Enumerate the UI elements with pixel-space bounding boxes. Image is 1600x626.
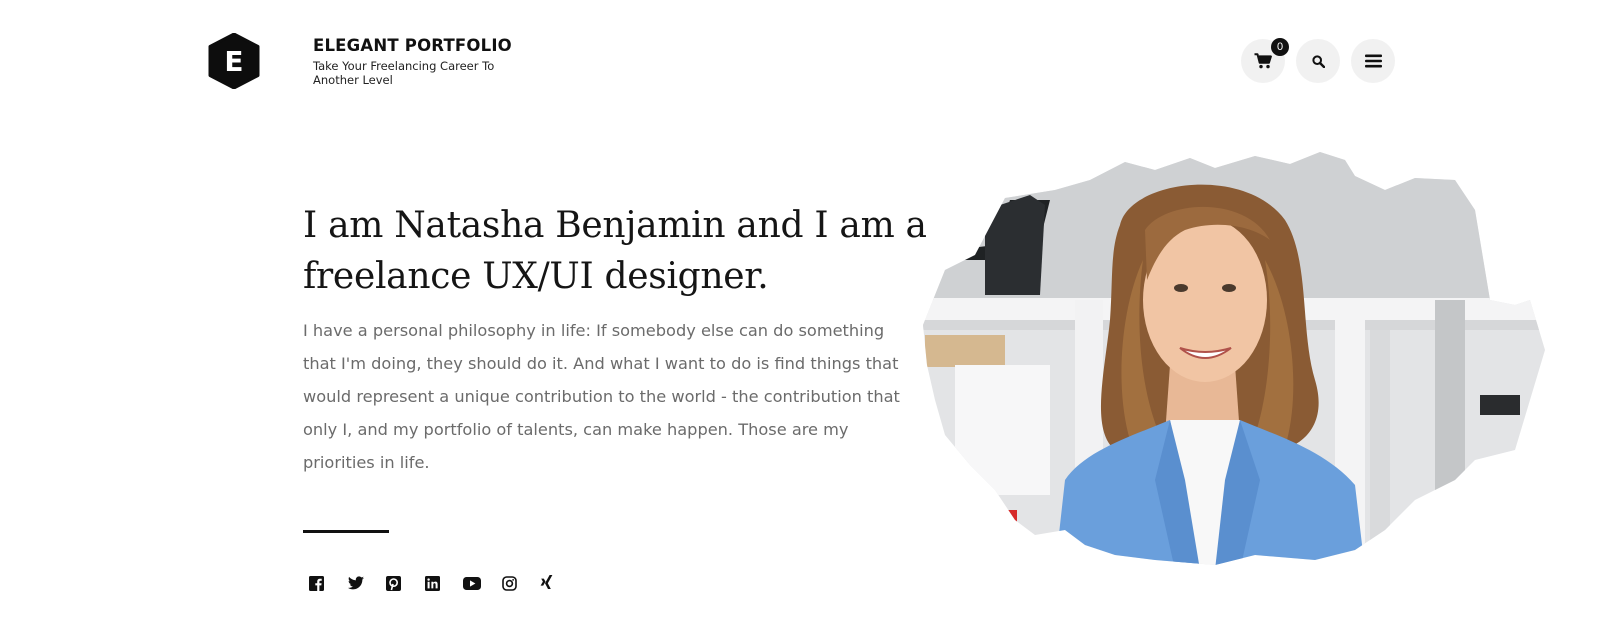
- facebook-link[interactable]: [309, 571, 348, 595]
- hero-title: I am Natasha Benjamin and I am a freelan…: [303, 205, 927, 297]
- youtube-icon: [463, 576, 481, 590]
- search-icon: [1311, 54, 1325, 68]
- instagram-icon: [501, 575, 517, 591]
- cart-icon: [1254, 53, 1272, 69]
- hero-description: I have a personal philosophy in life: If…: [303, 321, 900, 472]
- youtube-link[interactable]: [463, 571, 502, 595]
- linkedin-link[interactable]: [424, 571, 464, 595]
- social-links: [309, 571, 579, 595]
- cart-button[interactable]: 0: [1241, 38, 1289, 83]
- logo[interactable]: E: [207, 33, 261, 89]
- xing-icon: [540, 575, 553, 589]
- hamburger-menu-icon: [1364, 54, 1382, 68]
- facebook-icon: [309, 575, 324, 591]
- brand-tagline: Take Your Freelancing Career To Another …: [313, 59, 495, 87]
- twitter-icon: [347, 576, 364, 590]
- instagram-link[interactable]: [501, 571, 541, 595]
- search-button[interactable]: [1296, 39, 1340, 83]
- brand-title[interactable]: ELEGANT PORTFOLIO: [313, 36, 512, 55]
- divider: [303, 530, 389, 533]
- pinterest-link[interactable]: [386, 571, 425, 595]
- logo-letter: E: [224, 45, 243, 78]
- cart-count-badge: 0: [1271, 38, 1289, 56]
- xing-link[interactable]: [540, 571, 579, 595]
- menu-button[interactable]: [1351, 39, 1395, 83]
- portrait-image: [923, 152, 1545, 565]
- pinterest-icon: [386, 575, 401, 591]
- linkedin-icon: [424, 575, 440, 591]
- twitter-link[interactable]: [347, 571, 387, 595]
- page: E ELEGANT PORTFOLIO Take Your Freelancin…: [0, 0, 1600, 626]
